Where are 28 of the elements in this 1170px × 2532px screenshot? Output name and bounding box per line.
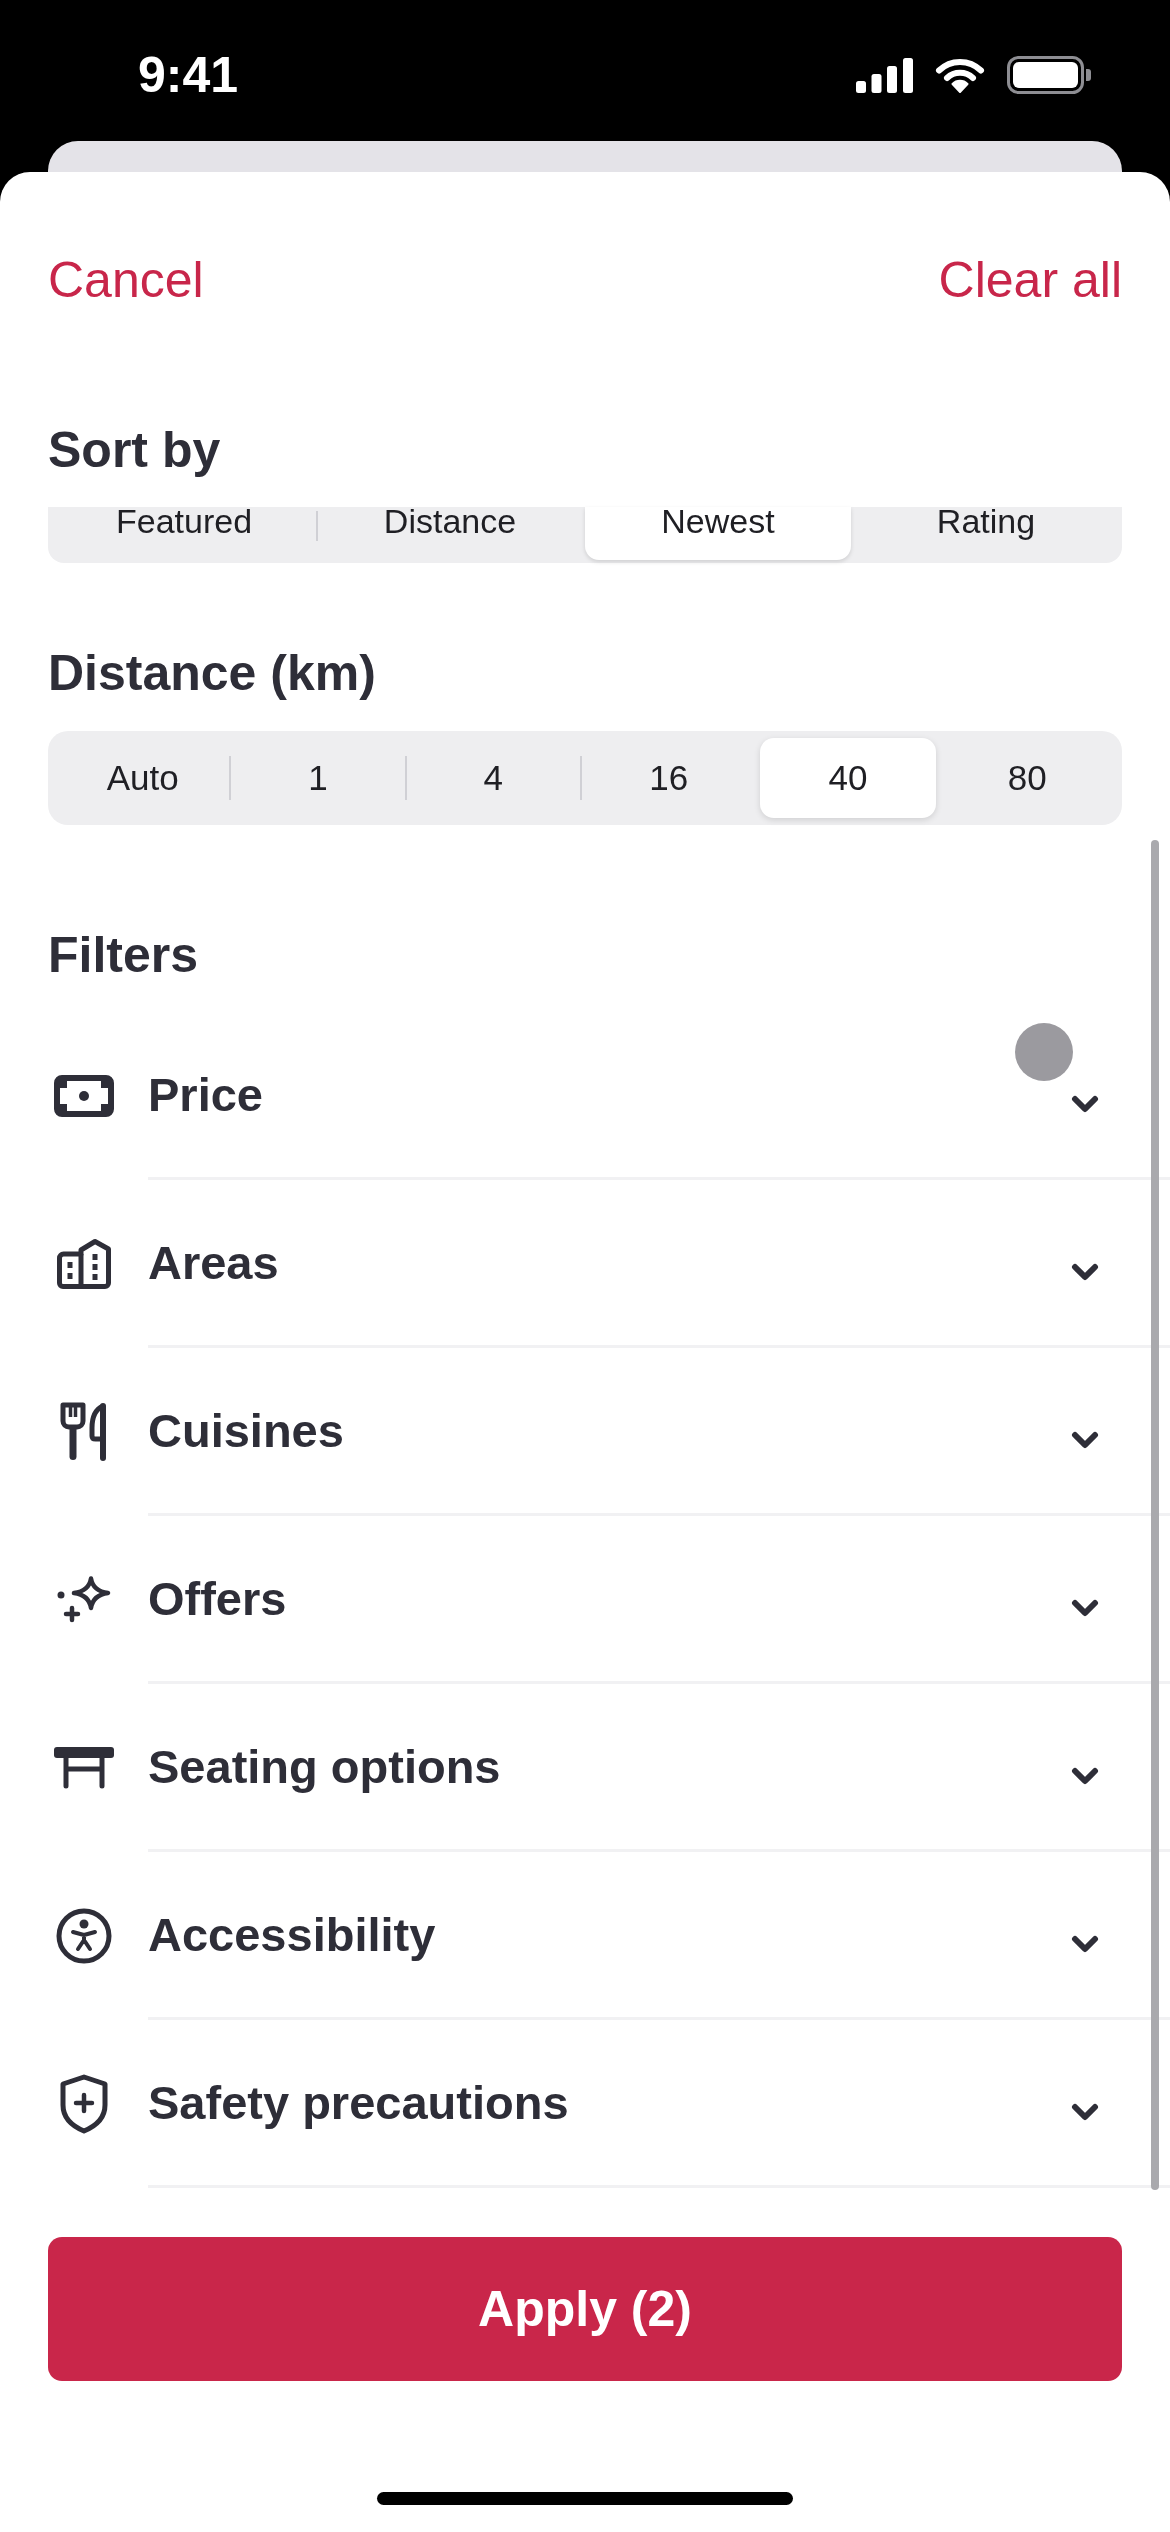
sort-option[interactable]: Featured [51, 507, 317, 560]
table-icon [54, 1747, 114, 1789]
sort-option[interactable]: Distance [317, 507, 583, 560]
range-option[interactable]: 16 [581, 738, 757, 818]
range-option[interactable]: 40 [760, 738, 936, 818]
apply-button[interactable]: Apply (2) [48, 2237, 1122, 2381]
signal-icon [856, 57, 913, 93]
buildings-icon [57, 1239, 111, 1289]
range-option[interactable]: 80 [939, 738, 1115, 818]
sparkle-icon [57, 1576, 111, 1624]
range-option[interactable]: 1 [230, 738, 406, 818]
wifi-icon [935, 57, 985, 93]
sort-option[interactable]: Rating [853, 507, 1119, 560]
section-title: Sort by [48, 421, 222, 480]
fork-knife-icon [60, 1402, 108, 1462]
status-time: 9:41 [138, 46, 239, 105]
section-title: Filters [48, 926, 200, 985]
cancel-button[interactable]: Cancel [48, 250, 204, 310]
clear-all-button[interactable]: Clear all [938, 250, 1122, 310]
shield-plus-icon [59, 2074, 109, 2134]
section-title: Distance (km) [48, 644, 377, 703]
accessibility-icon [56, 1908, 112, 1964]
banknote-icon [54, 1075, 114, 1117]
sort-option[interactable]: Newest [585, 507, 851, 560]
range-option[interactable]: Auto [55, 738, 231, 818]
range-option[interactable]: 4 [405, 738, 581, 818]
battery-icon [1007, 56, 1091, 94]
touch-indicator-icon [1015, 1023, 1073, 1081]
